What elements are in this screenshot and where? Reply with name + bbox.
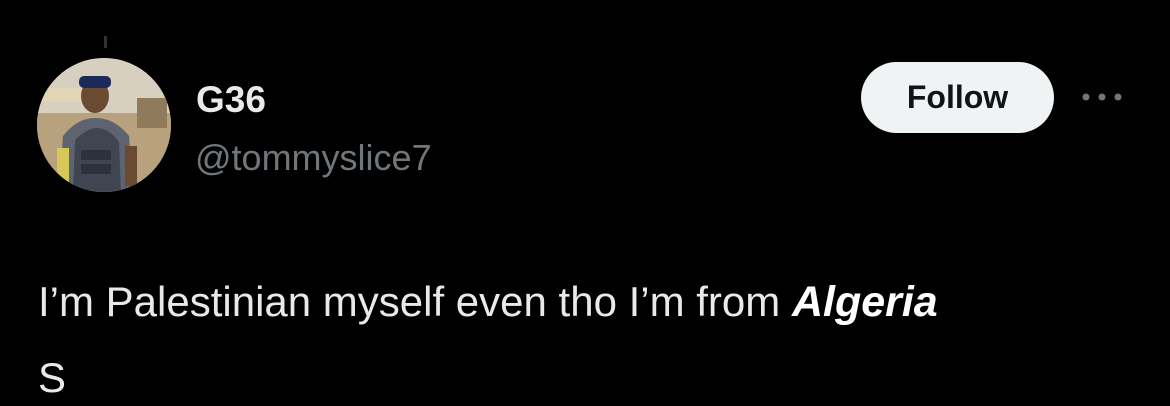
avatar[interactable] xyxy=(37,58,171,192)
post-text-main: I’m Palestinian myself even tho I’m from xyxy=(38,278,792,325)
more-options-button[interactable] xyxy=(1072,80,1132,114)
post-text: I’m Palestinian myself even tho I’m from… xyxy=(38,274,938,330)
post-text-highlight: Algeria xyxy=(791,278,938,326)
author-handle[interactable]: @tommyslice7 xyxy=(195,136,432,180)
ellipsis-icon xyxy=(1082,93,1122,101)
post-text-continuation: S xyxy=(38,354,67,401)
avatar-image xyxy=(37,58,171,192)
thread-connector-line xyxy=(104,36,107,48)
follow-button[interactable]: Follow xyxy=(861,62,1054,133)
author-display-name[interactable]: G36 xyxy=(196,78,266,122)
